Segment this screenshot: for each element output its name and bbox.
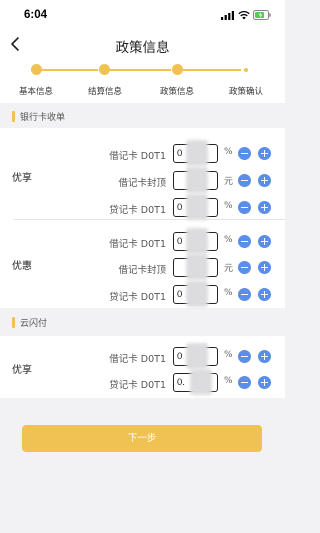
decrement-button[interactable]	[238, 235, 251, 248]
progress-steps: 基本信息 结算信息 政策信息 政策确认	[0, 62, 285, 102]
redaction-blur	[186, 167, 208, 193]
unit-percent: %	[224, 288, 233, 298]
step-label-policy: 政策信息	[159, 87, 195, 97]
group-divider	[14, 219, 285, 220]
redaction-blur	[186, 343, 208, 369]
step-connector	[183, 69, 241, 71]
section-header-bank: 银行卡收单	[0, 106, 285, 128]
redaction-blur	[186, 140, 208, 166]
decrement-button[interactable]	[238, 261, 251, 274]
step-connector	[42, 69, 98, 71]
increment-button[interactable]	[258, 235, 271, 248]
section-title-bank: 银行卡收单	[20, 113, 66, 123]
header-area: 6:04 政策信息 基本信息 结算信息 政策信息 政策确认	[0, 0, 285, 103]
cloud-pay-policies: 优享 借记卡 D0T1 0 % 贷记卡 D0T1 0. %	[0, 336, 285, 398]
step-label-settlement: 结算信息	[87, 87, 123, 97]
increment-button[interactable]	[258, 376, 271, 389]
step-connector	[110, 69, 171, 71]
wifi-icon	[238, 10, 250, 20]
section-title-cloud: 云闪付	[20, 319, 48, 329]
status-bar: 6:04	[0, 0, 285, 28]
decrement-button[interactable]	[238, 174, 251, 187]
group-label-youxiang: 优享	[12, 173, 32, 184]
decrement-button[interactable]	[238, 201, 251, 214]
bank-card-policies: 优享 借记卡 D0T1 0 % 借记卡封顶 元 贷记卡 D0T1 0 % 优惠 …	[0, 128, 285, 308]
row-label-credit-d0t1: 贷记卡 D0T1	[109, 205, 166, 216]
increment-button[interactable]	[258, 288, 271, 301]
signal-icon	[221, 11, 234, 20]
increment-button[interactable]	[258, 201, 271, 214]
increment-button[interactable]	[258, 174, 271, 187]
section-header-cloud: 云闪付	[0, 312, 285, 334]
redaction-blur	[186, 194, 208, 220]
redaction-blur	[186, 228, 208, 254]
row-label-debit-d0t1: 借记卡 D0T1	[109, 239, 166, 250]
group-label-youhui: 优惠	[12, 261, 32, 272]
step-dot-4	[244, 67, 248, 72]
row-label-debit-d0t1: 借记卡 D0T1	[109, 354, 166, 365]
unit-percent: %	[224, 147, 233, 157]
next-step-button[interactable]: 下一步	[22, 425, 262, 452]
redaction-blur	[190, 369, 212, 395]
step-label-basic: 基本信息	[18, 87, 54, 97]
increment-button[interactable]	[258, 147, 271, 160]
step-dot-2	[99, 64, 110, 75]
step-dot-3	[172, 64, 183, 75]
page-title: 政策信息	[115, 40, 170, 56]
redaction-blur	[186, 254, 208, 280]
increment-button[interactable]	[258, 261, 271, 274]
unit-percent: %	[224, 235, 233, 245]
row-label-debit-d0t1: 借记卡 D0T1	[109, 151, 166, 162]
row-label-debit-cap: 借记卡封顶	[118, 265, 166, 276]
step-label-confirm: 政策确认	[228, 87, 264, 97]
row-label-credit-d0t1: 贷记卡 D0T1	[109, 292, 166, 303]
section-accent-bar	[12, 317, 15, 328]
increment-button[interactable]	[258, 350, 271, 363]
row-label-credit-d0t1: 贷记卡 D0T1	[109, 380, 166, 391]
unit-percent: %	[224, 376, 233, 386]
unit-percent: %	[224, 201, 233, 211]
decrement-button[interactable]	[238, 350, 251, 363]
unit-yuan: 元	[224, 177, 234, 187]
status-time: 6:04	[24, 9, 48, 21]
redaction-blur	[186, 281, 208, 307]
battery-icon	[253, 10, 271, 20]
step-dot-1	[31, 64, 42, 75]
unit-yuan: 元	[224, 264, 234, 274]
section-accent-bar	[12, 111, 15, 122]
decrement-button[interactable]	[238, 147, 251, 160]
decrement-button[interactable]	[238, 288, 251, 301]
decrement-button[interactable]	[238, 376, 251, 389]
unit-percent: %	[224, 350, 233, 360]
row-label-debit-cap: 借记卡封顶	[118, 178, 166, 189]
group-label-youxiang: 优享	[12, 365, 32, 376]
